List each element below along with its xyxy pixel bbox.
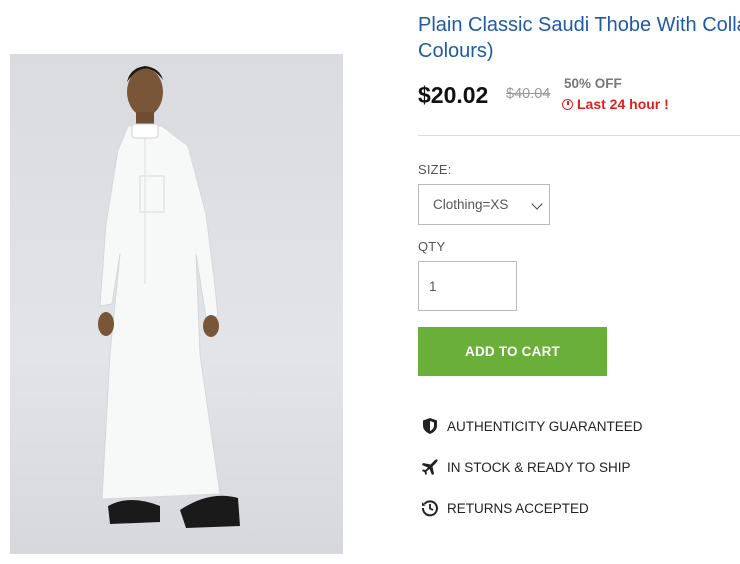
product-image[interactable] [10,54,343,554]
size-select[interactable]: Clothing=XS [418,184,550,225]
return-clock-icon [421,500,438,517]
feature-authenticity: AUTHENTICITY GUARANTEED [421,417,643,435]
divider [418,135,740,136]
feature-label: RETURNS ACCEPTED [447,500,589,516]
current-price: $20.02 [418,82,489,108]
original-price: $40.04 [506,86,551,102]
feature-label: AUTHENTICITY GUARANTEED [447,418,643,434]
product-title[interactable]: Plain Classic Saudi Thobe With Colla Col… [418,12,740,64]
chevron-down-icon [531,198,543,210]
shield-icon [423,418,437,434]
feature-in-stock: IN STOCK & READY TO SHIP [421,458,631,476]
feature-returns: RETURNS ACCEPTED [421,499,589,517]
clock-icon [562,98,573,110]
discount-badge: 50% OFF [564,76,622,91]
thobe-figure [98,66,240,528]
airplane-icon [422,459,438,475]
sale-timer: Last 24 hour ! [562,96,669,112]
feature-label: IN STOCK & READY TO SHIP [447,459,631,475]
quantity-input[interactable]: 1 [418,261,517,311]
size-select-value: Clothing=XS [433,197,509,212]
sale-timer-text: Last 24 hour ! [577,96,669,112]
qty-label: QTY [418,239,446,254]
add-to-cart-button[interactable]: ADD TO CART [418,327,607,376]
size-label: SIZE: [418,162,452,177]
